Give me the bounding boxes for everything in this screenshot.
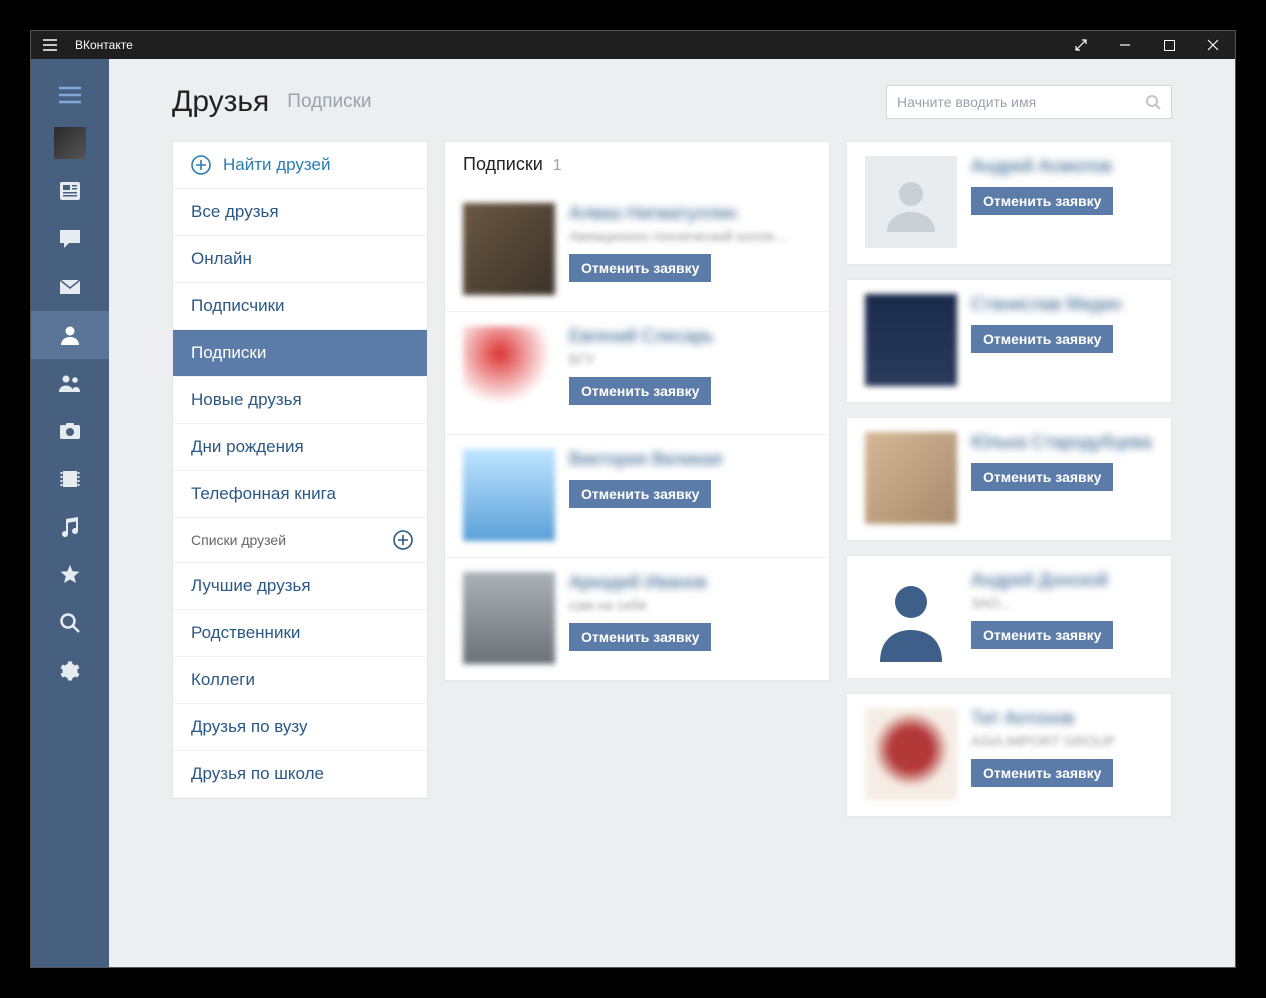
avatar[interactable] <box>463 449 555 541</box>
person-name[interactable]: Виктория Великая <box>569 449 722 470</box>
add-list-icon[interactable] <box>393 530 413 550</box>
friends-icon[interactable] <box>31 311 109 359</box>
favorites-icon[interactable] <box>31 551 109 599</box>
person-name[interactable]: Андрей Донской <box>971 570 1108 591</box>
avatar[interactable] <box>865 432 957 524</box>
search-nav-icon[interactable] <box>31 599 109 647</box>
groups-icon[interactable] <box>31 359 109 407</box>
app-window: ВКонтакте Друзья Под <box>30 30 1236 968</box>
avatar[interactable] <box>463 572 555 664</box>
news-icon[interactable] <box>31 167 109 215</box>
find-friends-link[interactable]: Найти друзей <box>173 142 427 189</box>
music-icon[interactable] <box>31 503 109 551</box>
search-icon[interactable] <box>1146 95 1161 110</box>
find-friends-label: Найти друзей <box>223 155 330 175</box>
person-name[interactable]: Алмаз Нигматуллин <box>569 203 737 224</box>
person-row: Виктория Великая Отменить заявку <box>445 434 829 557</box>
page-header: Друзья Подписки <box>172 85 1172 119</box>
person-row: Евгений Слесарь БГУ Отменить заявку <box>445 311 829 434</box>
right-column: Андрей Асмолов Отменить заявку Станислав… <box>846 141 1172 831</box>
person-name[interactable]: Аркадий Иванов <box>569 572 707 593</box>
photos-icon[interactable] <box>31 407 109 455</box>
close-button[interactable] <box>1191 31 1235 59</box>
sidemenu-item[interactable]: Дни рождения <box>173 424 427 471</box>
sidemenu-item[interactable]: Новые друзья <box>173 377 427 424</box>
sidemenu-item[interactable]: Подписчики <box>173 283 427 330</box>
messages-icon[interactable] <box>31 215 109 263</box>
cancel-request-button[interactable]: Отменить заявку <box>971 621 1113 649</box>
person-row: Андрей Асмолов Отменить заявку <box>846 141 1172 265</box>
person-name[interactable]: Евгений Слесарь <box>569 326 714 347</box>
avatar[interactable] <box>865 570 957 662</box>
videos-icon[interactable] <box>31 455 109 503</box>
content-area: Друзья Подписки Найти друзей <box>109 59 1235 967</box>
cancel-request-button[interactable]: Отменить заявку <box>569 480 711 508</box>
avatar[interactable] <box>865 708 957 800</box>
cancel-request-button[interactable]: Отменить заявку <box>569 623 711 651</box>
side-menu: Найти друзей Все друзьяОнлайнПодписчикиП… <box>172 141 428 799</box>
search-input[interactable] <box>897 94 1146 110</box>
person-subtitle: ASIA IMPORT GROUP <box>971 733 1115 749</box>
panel-count: 1 <box>553 157 562 175</box>
plus-circle-icon <box>191 155 211 175</box>
person-name[interactable]: Андрей Асмолов <box>971 156 1112 177</box>
menu-icon[interactable] <box>43 39 57 51</box>
person-name[interactable]: Тит Антонов <box>971 708 1074 729</box>
subscriptions-panel: Подписки 1 Алмаз Нигматуллин Авиационно-… <box>444 141 830 681</box>
cancel-request-button[interactable]: Отменить заявку <box>971 463 1113 491</box>
search-box[interactable] <box>886 85 1172 119</box>
person-row: Андрей Донской ЗАО... Отменить заявку <box>846 555 1172 679</box>
person-row: Аркадий Иванов сам на себя Отменить заяв… <box>445 557 829 680</box>
friend-lists-label: Списки друзей <box>191 532 286 548</box>
avatar[interactable] <box>463 326 555 418</box>
sidemenu-item[interactable]: Подписки <box>173 330 427 377</box>
cancel-request-button[interactable]: Отменить заявку <box>971 759 1113 787</box>
person-row: Алмаз Нигматуллин Авиационно-технический… <box>445 189 829 311</box>
person-subtitle: сам на себя <box>569 597 647 613</box>
mail-icon[interactable] <box>31 263 109 311</box>
person-row: Тит Антонов ASIA IMPORT GROUP Отменить з… <box>846 693 1172 817</box>
person-subtitle: БГУ <box>569 351 595 367</box>
friend-list-item[interactable]: Лучшие друзья <box>173 563 427 610</box>
person-row: Станислав Медин Отменить заявку <box>846 279 1172 403</box>
sidemenu-item[interactable]: Телефонная книга <box>173 471 427 518</box>
titlebar: ВКонтакте <box>31 31 1235 59</box>
person-row: Юлька Стародубцева Отменить заявку <box>846 417 1172 541</box>
maximize-button[interactable] <box>1147 31 1191 59</box>
friend-list-item[interactable]: Коллеги <box>173 657 427 704</box>
cancel-request-button[interactable]: Отменить заявку <box>971 187 1113 215</box>
settings-icon[interactable] <box>31 647 109 695</box>
sidemenu-item[interactable]: Все друзья <box>173 189 427 236</box>
expand-icon[interactable] <box>1059 31 1103 59</box>
panel-title: Подписки <box>463 154 543 175</box>
friend-lists-header: Списки друзей <box>173 518 427 563</box>
minimize-button[interactable] <box>1103 31 1147 59</box>
friend-list-item[interactable]: Родственники <box>173 610 427 657</box>
page-subtitle: Подписки <box>287 91 371 113</box>
cancel-request-button[interactable]: Отменить заявку <box>971 325 1113 353</box>
avatar[interactable] <box>865 294 957 386</box>
avatar[interactable] <box>463 203 555 295</box>
person-name[interactable]: Юлька Стародубцева <box>971 432 1152 453</box>
person-subtitle: ЗАО... <box>971 595 1011 611</box>
profile-avatar[interactable] <box>31 119 109 167</box>
person-subtitle: Авиационно-технический колледж... <box>569 228 789 244</box>
sidemenu-item[interactable]: Онлайн <box>173 236 427 283</box>
page-title: Друзья <box>172 85 269 119</box>
cancel-request-button[interactable]: Отменить заявку <box>569 254 711 282</box>
friend-list-item[interactable]: Друзья по школе <box>173 751 427 798</box>
friend-list-item[interactable]: Друзья по вузу <box>173 704 427 751</box>
hamburger-icon[interactable] <box>31 71 109 119</box>
app-title: ВКонтакте <box>75 38 133 52</box>
nav-rail <box>31 59 109 967</box>
cancel-request-button[interactable]: Отменить заявку <box>569 377 711 405</box>
person-name[interactable]: Станислав Медин <box>971 294 1121 315</box>
avatar[interactable] <box>865 156 957 248</box>
